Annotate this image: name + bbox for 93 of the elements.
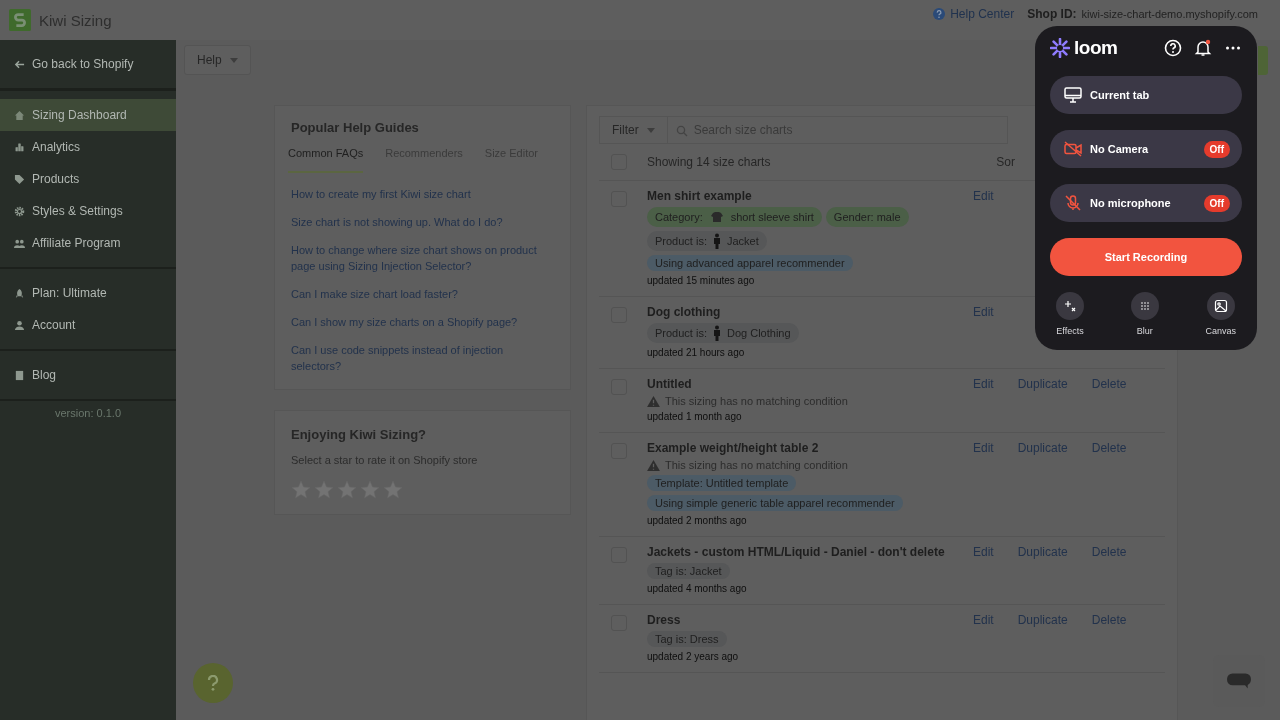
microphone-off-icon <box>1064 195 1082 211</box>
condition-tag: Template: Untitled template <box>647 475 797 491</box>
status-badge: Off <box>1203 140 1230 158</box>
row-action-link[interactable]: Delete <box>1091 441 1127 526</box>
sidebar-item[interactable]: Styles & Settings <box>0 195 176 227</box>
bell-icon[interactable] <box>1194 39 1212 57</box>
caret-icon <box>646 127 655 133</box>
updated-time: updated 4 months ago <box>647 583 748 594</box>
sidebar-item[interactable]: Account <box>0 309 176 341</box>
guide-link[interactable]: How to create my first Kiwi size chart <box>291 181 554 209</box>
loom-logo-icon <box>1050 38 1070 58</box>
condition-tag: Using simple generic table apparel recommender <box>647 495 903 511</box>
row-action-link[interactable]: Edit <box>973 613 994 662</box>
warning-icon <box>647 459 660 471</box>
version-text: version: 0.1.0 <box>53 406 122 419</box>
house-icon <box>14 109 25 121</box>
back-link[interactable]: Go back to Shopify <box>0 40 176 91</box>
sidebar-item[interactable]: Products <box>0 163 176 195</box>
row-action-link[interactable]: Duplicate <box>1017 545 1068 594</box>
chart-title: Untitled <box>647 377 693 391</box>
help-bubble[interactable] <box>193 663 233 703</box>
help-icon <box>933 8 946 20</box>
row-action-link[interactable]: Edit <box>973 189 994 286</box>
sidebar-item[interactable]: Plan: Ultimate <box>0 277 176 309</box>
condition-tag: Category: short sleeve shirt <box>647 207 822 227</box>
row-action-link[interactable]: Duplicate <box>1017 613 1068 662</box>
status-badge: Off <box>1203 194 1230 212</box>
row-action-link[interactable]: Delete <box>1091 545 1127 594</box>
camera-off-icon <box>1064 141 1082 157</box>
guide-link[interactable]: How to change where size chart shows on product page using Sizing Injection Selector? <box>291 237 554 281</box>
source-button[interactable]: Current tab <box>1050 76 1242 114</box>
chart-icon <box>14 141 25 153</box>
sparkle-icon <box>1063 299 1077 313</box>
start-recording-button[interactable]: Start Recording <box>1050 238 1242 276</box>
updated-time: updated 1 month ago <box>647 411 743 422</box>
shop-id-label: Shop ID: <box>1027 7 1077 21</box>
search-icon <box>675 125 688 137</box>
card-title: Enjoying Kiwi Sizing? <box>291 427 428 442</box>
updated-time: updated 21 hours ago <box>647 347 746 358</box>
sort-label: Sor <box>996 155 1015 169</box>
sidebar-item[interactable]: Sizing Dashboard <box>0 99 176 131</box>
filter-button[interactable]: Filter <box>599 116 668 144</box>
sidebar-item[interactable]: Blog <box>0 359 176 391</box>
row-action-link[interactable]: Edit <box>973 305 994 358</box>
condition-tag: Product is: Jacket <box>647 231 767 251</box>
chat-icon <box>1226 672 1252 690</box>
monitor-icon <box>1064 87 1082 103</box>
gear-icon <box>14 205 25 217</box>
row-action-link[interactable]: Edit <box>973 441 994 526</box>
device-toggle[interactable]: No microphone Off <box>1050 184 1242 222</box>
guide-tab[interactable]: Common FAQs <box>288 147 364 173</box>
app-logo-icon <box>9 9 31 31</box>
chart-title: Dress <box>647 613 682 627</box>
condition-tag: Using advanced apparel recommender <box>647 255 853 271</box>
person-figure-icon <box>712 325 721 341</box>
sidebar-item[interactable]: Affiliate Program <box>0 227 176 259</box>
help-icon[interactable] <box>1164 39 1182 57</box>
updated-time: updated 2 years ago <box>647 651 740 662</box>
row-action-link[interactable]: Delete <box>1091 613 1127 662</box>
sidebar-item[interactable]: Analytics <box>0 131 176 163</box>
book-icon <box>14 369 25 381</box>
row-action-link[interactable]: Edit <box>973 377 994 422</box>
chart-title: Men shirt example <box>647 189 753 203</box>
chart-title: Dog clothing <box>647 305 722 319</box>
updated-time: updated 15 minutes ago <box>647 275 756 286</box>
help-center-link[interactable]: Help Center <box>950 7 1015 21</box>
help-dropdown[interactable]: Help <box>184 45 251 75</box>
caret-icon <box>229 57 238 63</box>
row-action-link[interactable]: Delete <box>1091 377 1127 422</box>
loom-brand: loom <box>1074 37 1119 59</box>
person-icon <box>14 319 25 331</box>
updated-time: updated 2 months ago <box>647 515 748 526</box>
row-action-link[interactable]: Duplicate <box>1017 377 1068 422</box>
shirt-icon <box>708 209 725 225</box>
people-icon <box>14 237 25 249</box>
showing-count: Showing 14 size charts <box>647 155 772 169</box>
tag-icon <box>14 173 25 185</box>
question-icon <box>207 675 219 691</box>
device-toggle[interactable]: No Camera Off <box>1050 130 1242 168</box>
arrow-left-icon <box>14 58 25 70</box>
chart-title: Jackets - custom HTML/Liquid - Daniel - don't delete <box>647 545 946 559</box>
person-figure-icon <box>712 233 721 249</box>
image-icon <box>1213 299 1228 313</box>
warning-icon <box>647 395 660 407</box>
rocket-icon <box>14 287 25 299</box>
primary-button[interactable] <box>1258 46 1268 75</box>
shop-id: kiwi-size-chart-demo.myshopify.com <box>1081 8 1258 20</box>
chart-title: Example weight/height table 2 <box>647 441 820 455</box>
condition-tag: Gender: male <box>825 207 909 227</box>
condition-tag: Product is: Dog Clothing <box>647 323 799 343</box>
row-action-link[interactable]: Edit <box>973 545 994 594</box>
row-action-link[interactable]: Duplicate <box>1017 441 1068 526</box>
card-title: Popular Help Guides <box>291 120 420 135</box>
